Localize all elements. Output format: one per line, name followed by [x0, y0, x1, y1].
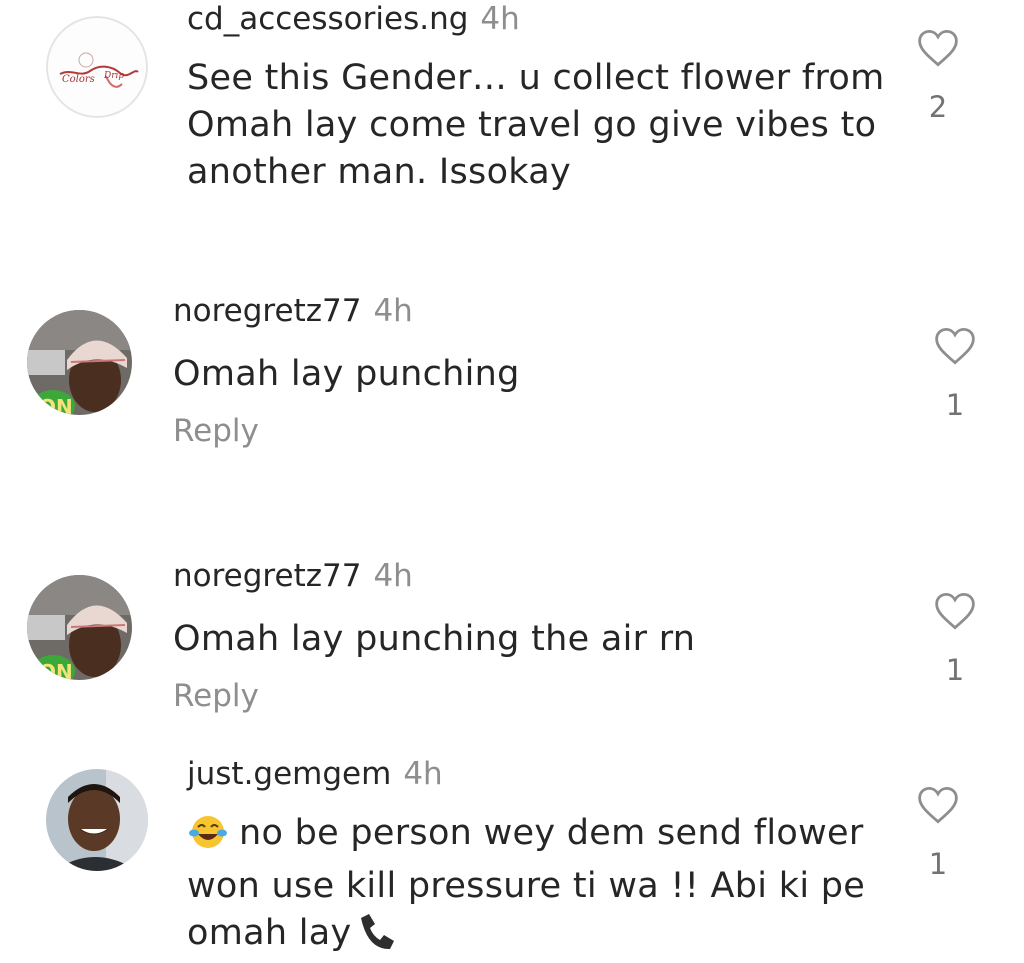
user-avatar-icon: ON	[27, 575, 132, 680]
like-count: 2	[928, 90, 948, 124]
meta-line: noregretz77 4h	[173, 557, 893, 595]
username[interactable]: cd_accessories.ng	[187, 1, 468, 37]
comment-2: ON noregretz77 4h Omah lay punching Reply…	[0, 290, 1024, 490]
timestamp: 4h	[373, 558, 413, 594]
comment-text: no be person wey dem send flower won use…	[187, 810, 887, 963]
like-area: 1	[925, 326, 985, 422]
avatar[interactable]: ON	[27, 575, 132, 680]
timestamp: 4h	[403, 756, 443, 792]
heart-outline-icon[interactable]	[934, 326, 976, 366]
like-count: 1	[945, 388, 965, 422]
svg-text:ON: ON	[39, 660, 73, 680]
meta-line: just.gemgem 4h	[187, 755, 887, 793]
like-area: 2	[908, 28, 968, 124]
comment-4: just.gemgem 4h no be person wey dem send …	[0, 755, 1024, 953]
reply-button[interactable]: Reply	[173, 677, 893, 715]
laughing-tears-emoji-icon	[187, 810, 229, 863]
meta-line: cd_accessories.ng 4h	[187, 0, 887, 38]
comment-text-body: no be person wey dem send flower won use…	[187, 813, 866, 953]
like-area: 1	[908, 785, 968, 881]
svg-text:Drip: Drip	[103, 71, 124, 81]
heart-outline-icon[interactable]	[934, 591, 976, 631]
timestamp: 4h	[373, 293, 413, 329]
reply-button[interactable]: Reply	[173, 412, 893, 450]
username[interactable]: noregretz77	[173, 558, 361, 594]
user-avatar-icon: ON	[27, 310, 132, 415]
telephone-receiver-emoji-icon	[354, 910, 396, 963]
avatar[interactable]	[46, 769, 148, 871]
comment-text: Omah lay punching the air rn	[173, 619, 696, 659]
comment-3: ON noregretz77 4h Omah lay punching the a…	[0, 555, 1024, 745]
username[interactable]: noregretz77	[173, 293, 361, 329]
meta-line: noregretz77 4h	[173, 292, 893, 330]
colors-drip-logo-icon: Colors Drip	[46, 16, 148, 118]
comment-text: Omah lay punching	[173, 354, 520, 394]
like-count: 1	[945, 653, 965, 687]
timestamp: 4h	[480, 1, 520, 37]
svg-text:Colors: Colors	[62, 74, 95, 85]
username[interactable]: just.gemgem	[187, 756, 391, 792]
heart-outline-icon[interactable]	[917, 28, 959, 68]
like-count: 1	[928, 847, 948, 881]
comment-text: See this Gender… u collect flower from O…	[187, 58, 885, 192]
user-avatar-icon	[46, 769, 148, 871]
heart-outline-icon[interactable]	[917, 785, 959, 825]
comment-1: Colors Drip cd_accessories.ng 4h See this…	[0, 0, 1024, 230]
avatar[interactable]: Colors Drip	[46, 16, 148, 118]
like-area: 1	[925, 591, 985, 687]
avatar[interactable]: ON	[27, 310, 132, 415]
svg-text:ON: ON	[39, 395, 73, 415]
